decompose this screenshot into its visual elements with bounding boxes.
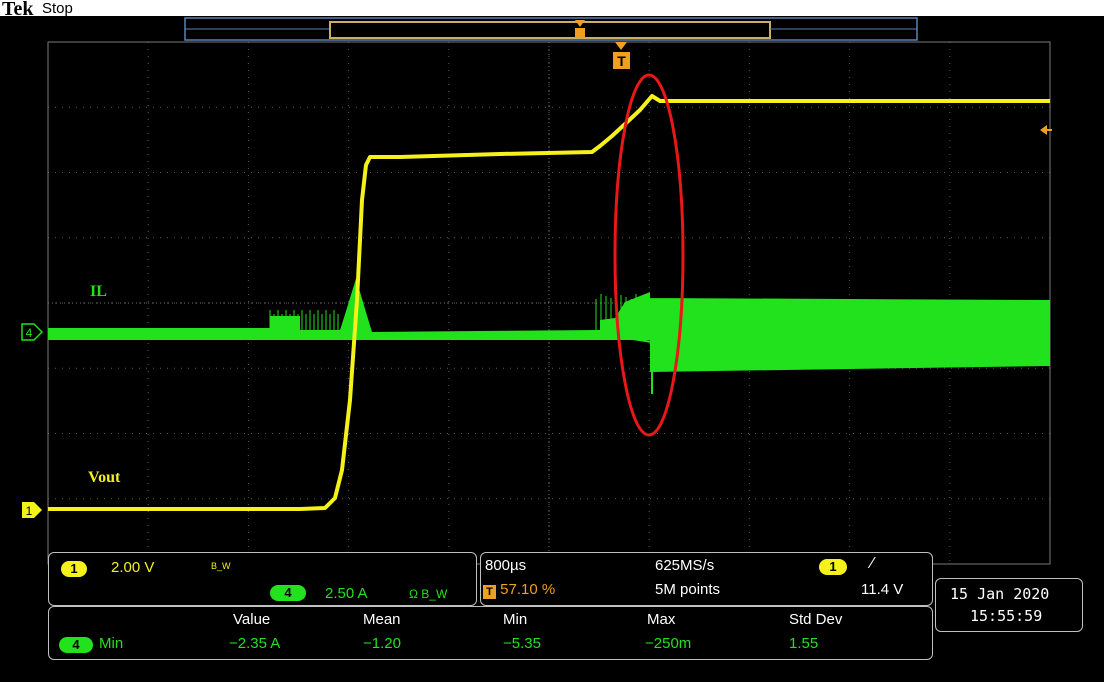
- ch4-badge[interactable]: 4: [270, 585, 306, 601]
- sample-rate: 625MS/s: [655, 557, 715, 574]
- measurement-mean: −1.20: [363, 635, 401, 652]
- svg-text:4: 4: [26, 326, 33, 340]
- vout-label: Vout: [88, 469, 121, 486]
- il-label: IL: [90, 283, 107, 300]
- trigger-level: 11.4 V: [861, 581, 904, 598]
- svg-text:T: T: [617, 53, 626, 69]
- measurement-channel-badge[interactable]: 4: [59, 637, 93, 653]
- timebase-panel[interactable]: 800µs T 57.10 % 625MS/s 5M points 1 ⁄ 11…: [480, 552, 933, 606]
- trigger-position: T 57.10 %: [483, 581, 555, 599]
- col-header-max: Max: [647, 611, 676, 628]
- col-header-mean: Mean: [363, 611, 401, 628]
- trigger-source-badge[interactable]: 1: [819, 559, 847, 575]
- tek-logo: Tek: [2, 0, 34, 20]
- col-header-std-dev: Std Dev: [789, 611, 843, 628]
- time: 15:55:59: [970, 607, 1043, 625]
- measurement-std-dev: 1.55: [789, 635, 819, 652]
- measurement-value: −2.35 A: [229, 635, 281, 652]
- record-length: 5M points: [655, 581, 721, 598]
- measurement-max: −250m: [645, 635, 692, 652]
- acquisition-status[interactable]: Stop: [42, 0, 73, 17]
- svg-text:1: 1: [26, 504, 33, 518]
- trigger-icon: T: [483, 585, 496, 599]
- measurement-min: −5.35: [503, 635, 541, 652]
- col-header-value: Value: [233, 611, 271, 628]
- measurement-type: Min: [99, 635, 124, 652]
- datetime-panel: 15 Jan 2020 15:55:59: [935, 578, 1083, 632]
- col-header-min: Min: [503, 611, 528, 628]
- ch1-bandwidth-icon: B_W: [211, 561, 231, 571]
- ch4-scale: 2.50 A: [325, 585, 368, 602]
- measurements-panel[interactable]: Value Mean Min Max Std Dev 4 Min −2.35 A…: [48, 606, 933, 660]
- ch4-flags: Ω B_W: [409, 587, 448, 601]
- ch1-scale: 2.00 V: [111, 559, 155, 576]
- channel-settings-panel[interactable]: 1 2.00 V B_W 4 2.50 A Ω B_W: [48, 552, 477, 606]
- trigger-slope-icon: ⁄: [871, 555, 874, 572]
- time-per-div: 800µs: [485, 557, 527, 574]
- ch1-badge[interactable]: 1: [61, 561, 87, 577]
- date: 15 Jan 2020: [950, 585, 1050, 603]
